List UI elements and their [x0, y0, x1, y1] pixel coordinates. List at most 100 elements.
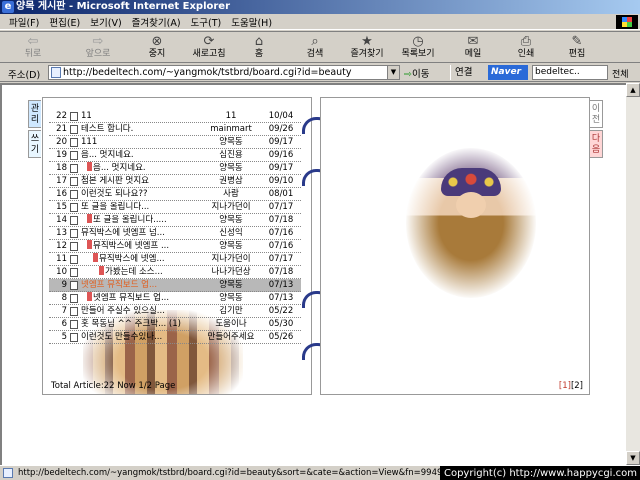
row-checkbox[interactable]: [70, 151, 78, 160]
board-row[interactable]: 11 뮤직박스에 넷엠... 지나가던이 07/17: [49, 253, 301, 266]
row-checkbox[interactable]: [70, 320, 78, 329]
row-number: 15: [56, 202, 67, 212]
row-title-link[interactable]: 뮤직박스에 넷엠프 넘...: [81, 227, 201, 240]
row-title-link[interactable]: 뮤직박스에 넷엠프 ...: [81, 240, 201, 253]
row-author: 신성익: [219, 228, 243, 238]
row-checkbox[interactable]: [70, 190, 78, 199]
row-number: 9: [61, 280, 67, 290]
page-link-2[interactable]: [2]: [571, 381, 583, 391]
tab-next[interactable]: 다음: [590, 130, 603, 158]
board-row[interactable]: 6 홋 목동님 ^^ 주크박... (1) 도움이나 05/30: [49, 318, 301, 331]
row-checkbox[interactable]: [70, 164, 78, 173]
row-checkbox[interactable]: [70, 125, 78, 134]
tab-write[interactable]: 쓰기: [28, 130, 41, 158]
row-date: 07/16: [268, 241, 294, 251]
naver-all-label[interactable]: 전체: [612, 67, 629, 80]
print-button[interactable]: ⎙ 인쇄: [512, 34, 540, 62]
row-title-link[interactable]: 또 글을 올립니다.....: [81, 214, 201, 227]
row-checkbox[interactable]: [70, 307, 78, 316]
menu-edit[interactable]: 편집(E): [44, 15, 85, 29]
row-checkbox[interactable]: [70, 138, 78, 147]
board-row[interactable]: 15 또 글을 올립니다... 지나가던이 07/17: [49, 201, 301, 214]
board-row[interactable]: 14 또 글을 올립니다..... 양목동 07/18: [49, 214, 301, 227]
board-row[interactable]: 16 이런것도 되나요?? 사람 08/01: [49, 188, 301, 201]
menu-view[interactable]: 보기(V): [85, 15, 126, 29]
row-title-link[interactable]: 11: [81, 110, 201, 123]
row-checkbox[interactable]: [70, 229, 78, 238]
row-title-link[interactable]: 테스트 합니다.: [81, 123, 201, 136]
naver-search-input[interactable]: bedeltec..: [532, 65, 608, 80]
row-title-text: 가봤는데 소스...: [105, 267, 163, 277]
back-button[interactable]: ⇦ 뒤로: [14, 34, 52, 62]
row-checkbox[interactable]: [70, 177, 78, 186]
board-row[interactable]: 18 음... 멋지네요. 양목동 09/17: [49, 162, 301, 175]
address-dropdown-icon[interactable]: ▼: [387, 66, 399, 79]
row-title-link[interactable]: 이런것도 되나요??: [81, 188, 201, 201]
row-checkbox[interactable]: [70, 294, 78, 303]
row-title-link[interactable]: 111: [81, 136, 201, 149]
go-button[interactable]: ⇨이동: [404, 66, 429, 80]
board-row[interactable]: 13 뮤직박스에 넷엠프 넘... 신성익 07/16: [49, 227, 301, 240]
reply-icon: [93, 253, 98, 262]
row-checkbox[interactable]: [70, 203, 78, 212]
board-row[interactable]: 22 11 11 10/04: [49, 110, 301, 123]
row-title-link[interactable]: 첨본 게시판 멋지요: [81, 175, 201, 188]
home-button[interactable]: ⌂ 홈: [246, 34, 272, 62]
row-checkbox[interactable]: [70, 333, 78, 342]
menu-help[interactable]: 도움말(H): [226, 15, 277, 29]
board-row[interactable]: 21 테스트 합니다. mainmart 09/26: [49, 123, 301, 136]
row-title-link[interactable]: 넷엠프 뮤직보드 업...: [81, 279, 201, 292]
status-page-icon: [3, 468, 13, 478]
row-checkbox[interactable]: [70, 242, 78, 251]
row-number: 14: [56, 215, 67, 225]
menu-favorites[interactable]: 즐겨찾기(A): [127, 15, 186, 29]
windows-logo-icon: [616, 15, 638, 29]
page-link-1[interactable]: [1]: [559, 381, 571, 391]
tab-admin[interactable]: 관리: [28, 100, 41, 128]
row-date: 07/16: [268, 228, 294, 238]
row-checkbox[interactable]: [70, 268, 78, 277]
board-row[interactable]: 12 뮤직박스에 넷엠프 ... 양목동 07/16: [49, 240, 301, 253]
forward-button[interactable]: ⇨ 앞으로: [78, 34, 118, 62]
board-row[interactable]: 8 넷엠프 뮤직보드 업... 양목동 07/13: [49, 292, 301, 305]
board-row[interactable]: 19 음... 멋지네요. 심진용 09/16: [49, 149, 301, 162]
row-checkbox[interactable]: [70, 216, 78, 225]
board-row[interactable]: 20 111 양목동 09/17: [49, 136, 301, 149]
row-title-link[interactable]: 또 글을 올립니다...: [81, 201, 201, 214]
row-title-link[interactable]: 홋 목동님 ^^ 주크박... (1): [81, 318, 201, 331]
history-button[interactable]: ◷ 목록보기: [398, 34, 438, 62]
refresh-button[interactable]: ⟳ 새로고침: [184, 34, 234, 62]
row-title-link[interactable]: 이런것도 만들수있나...: [81, 331, 201, 344]
board-row[interactable]: 9 넷엠프 뮤직보드 업... 양목동 07/13: [49, 279, 301, 292]
row-title-link[interactable]: 가봤는데 소스...: [81, 266, 201, 279]
row-title-text: 첨본 게시판 멋지요: [81, 176, 149, 186]
board-row[interactable]: 7 만들어 주실수 있으실... 김기만 05/22: [49, 305, 301, 318]
tab-prev[interactable]: 이전: [590, 100, 603, 128]
row-title-link[interactable]: 음... 멋지네요.: [81, 149, 201, 162]
menu-file[interactable]: 파일(F): [4, 15, 44, 29]
mail-button[interactable]: ✉ 메일: [458, 34, 488, 62]
vertical-scrollbar[interactable]: ▲ ▼: [626, 83, 640, 465]
board-row[interactable]: 17 첨본 게시판 멋지요 권병삼 09/10: [49, 175, 301, 188]
scroll-up-icon[interactable]: ▲: [626, 83, 640, 97]
row-author: 양목동: [219, 293, 243, 303]
scroll-down-icon[interactable]: ▼: [626, 451, 640, 465]
row-checkbox[interactable]: [70, 112, 78, 121]
search-button[interactable]: ⌕ 검색: [300, 34, 330, 62]
row-title-link[interactable]: 만들어 주실수 있으실...: [81, 305, 201, 318]
window-title-bar[interactable]: e 양목 게시판 - Microsoft Internet Explorer: [0, 0, 640, 14]
row-checkbox[interactable]: [70, 255, 78, 264]
links-button[interactable]: 연결: [450, 65, 472, 80]
favorites-button[interactable]: ★ 즐겨찾기: [342, 34, 392, 62]
row-checkbox[interactable]: [70, 281, 78, 290]
board-row[interactable]: 5 이런것도 만들수있나... 만들어주세요 05/26: [49, 331, 301, 344]
reply-icon: [99, 266, 104, 275]
row-title-link[interactable]: 뮤직박스에 넷엠...: [81, 253, 201, 266]
row-title-link[interactable]: 넷엠프 뮤직보드 업...: [81, 292, 201, 305]
board-row[interactable]: 10 가봤는데 소스... 나나가던상 07/18: [49, 266, 301, 279]
stop-button[interactable]: ⊗ 중지: [140, 34, 174, 62]
address-input[interactable]: http://bedeltech.com/~yangmok/tstbrd/boa…: [48, 65, 400, 80]
menu-tools[interactable]: 도구(T): [186, 15, 227, 29]
edit-button[interactable]: ✎ 편집: [562, 34, 592, 62]
row-title-link[interactable]: 음... 멋지네요.: [81, 162, 201, 175]
